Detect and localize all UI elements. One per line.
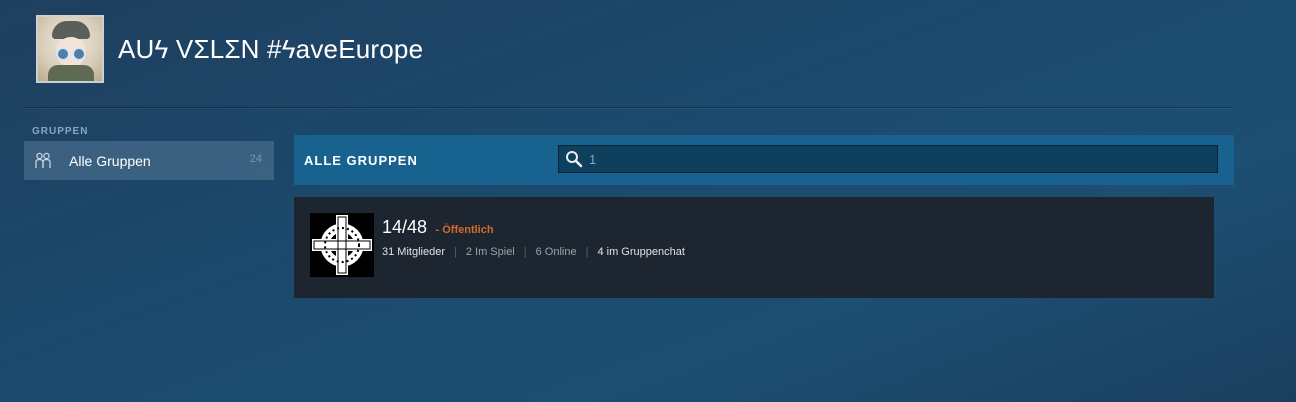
sidebar-item-label: Alle Gruppen (69, 153, 151, 169)
group-stats: 31 Mitglieder | 2 Im Spiel | 6 Online | 4 im G… (382, 246, 685, 258)
celtic-cross-icon[interactable] (310, 213, 374, 277)
group-privacy-label: - Öffentlich (435, 224, 494, 236)
group-in-game-count: 2 Im Spiel (465, 246, 515, 258)
group-name[interactable]: 14/48 (382, 217, 427, 237)
group-card[interactable]: 14/48 - Öffentlich 31 Mitglieder | 2 Im Sp… (294, 197, 1214, 298)
sidebar-item-all-groups[interactable]: Alle Gruppen 24 (24, 141, 274, 180)
profile-username[interactable]: AUϟ VΣLΣN #ϟaveEurope (118, 34, 423, 65)
search-box[interactable] (558, 145, 1218, 173)
search-input[interactable] (589, 149, 1209, 169)
group-online-count: 6 Online (535, 246, 577, 258)
stat-separator: | (453, 246, 457, 258)
groups-icon (35, 152, 51, 168)
stat-separator: | (585, 246, 589, 258)
group-chat-count: 4 im Gruppenchat (597, 246, 685, 258)
group-name-row: 14/48 - Öffentlich (382, 217, 494, 238)
groups-header: ALLE GRUPPEN (294, 135, 1234, 185)
groups-title: ALLE GRUPPEN (304, 153, 418, 168)
sidebar-item-count: 24 (249, 153, 262, 165)
group-members-count: 31 Mitglieder (382, 246, 445, 258)
search-icon (566, 151, 583, 168)
stat-separator: | (523, 246, 527, 258)
profile-avatar[interactable] (36, 15, 104, 83)
header-divider (24, 107, 1234, 108)
sidebar-heading: GRUPPEN (32, 126, 89, 137)
profile-header: AUϟ VΣLΣN #ϟaveEurope (36, 14, 423, 84)
